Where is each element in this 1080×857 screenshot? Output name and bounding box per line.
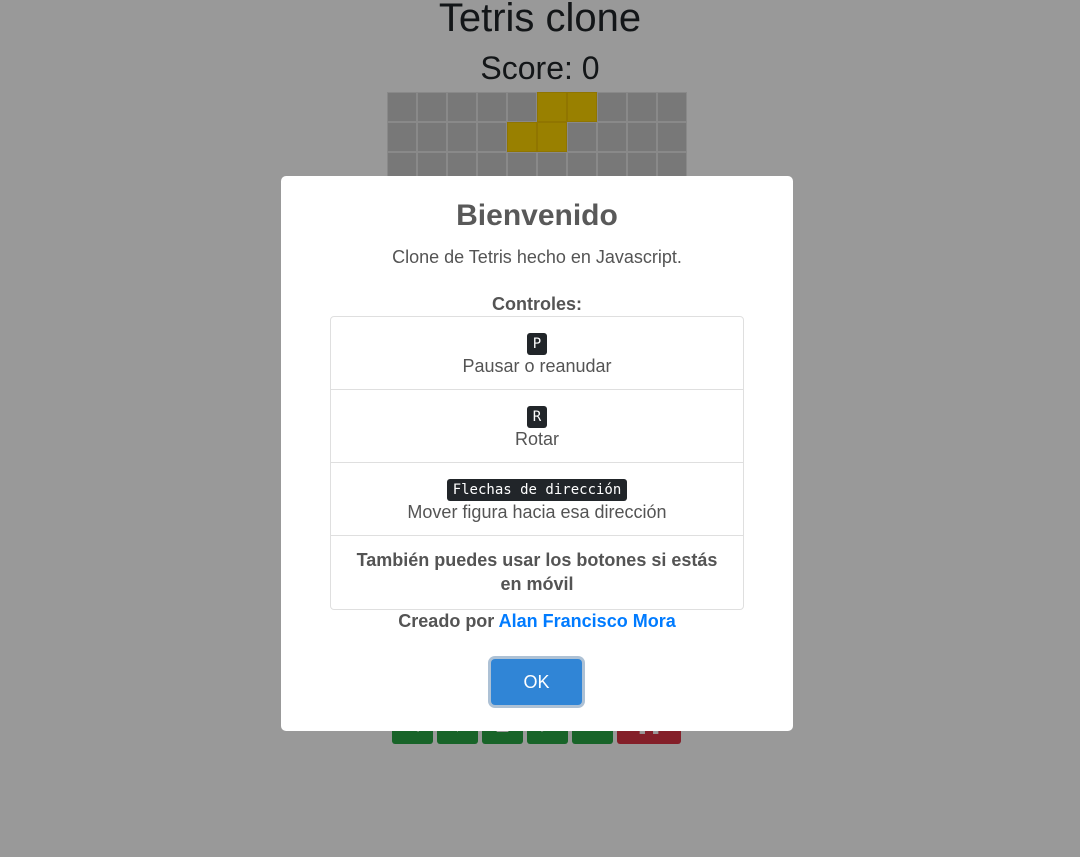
list-item: P Pausar o reanudar — [331, 317, 743, 390]
list-item: Flechas de dirección Mover figura hacia … — [331, 463, 743, 536]
credit-prefix: Creado por — [398, 611, 495, 631]
author-link[interactable]: Alan Francisco Mora — [499, 611, 676, 631]
key-r: R — [526, 406, 548, 428]
controls-list: P Pausar o reanudar R Rotar Flechas de d… — [330, 316, 744, 610]
control-description: Pausar o reanudar — [462, 356, 612, 376]
welcome-modal: Bienvenido Clone de Tetris hecho en Java… — [281, 176, 793, 731]
modal-title: Bienvenido — [456, 199, 618, 232]
list-item: R Rotar — [331, 390, 743, 463]
game-page: Tetris clone Score: 0 ◀▼▲▶↻❚❚ Bienvenido… — [0, 0, 1080, 857]
control-description: Rotar — [514, 429, 559, 449]
credit-line: Creado por Alan Francisco Mora — [281, 610, 793, 632]
key-arrows: Flechas de dirección — [446, 479, 628, 501]
mobile-note: También puedes usar los botones si estás… — [356, 550, 718, 594]
modal-description: Clone de Tetris hecho en Javascript. — [392, 247, 682, 267]
controls-heading: Controles: — [492, 294, 582, 314]
key-p: P — [526, 333, 548, 355]
ok-button[interactable]: OK — [491, 659, 582, 705]
control-description: Mover figura hacia esa dirección — [407, 502, 667, 522]
